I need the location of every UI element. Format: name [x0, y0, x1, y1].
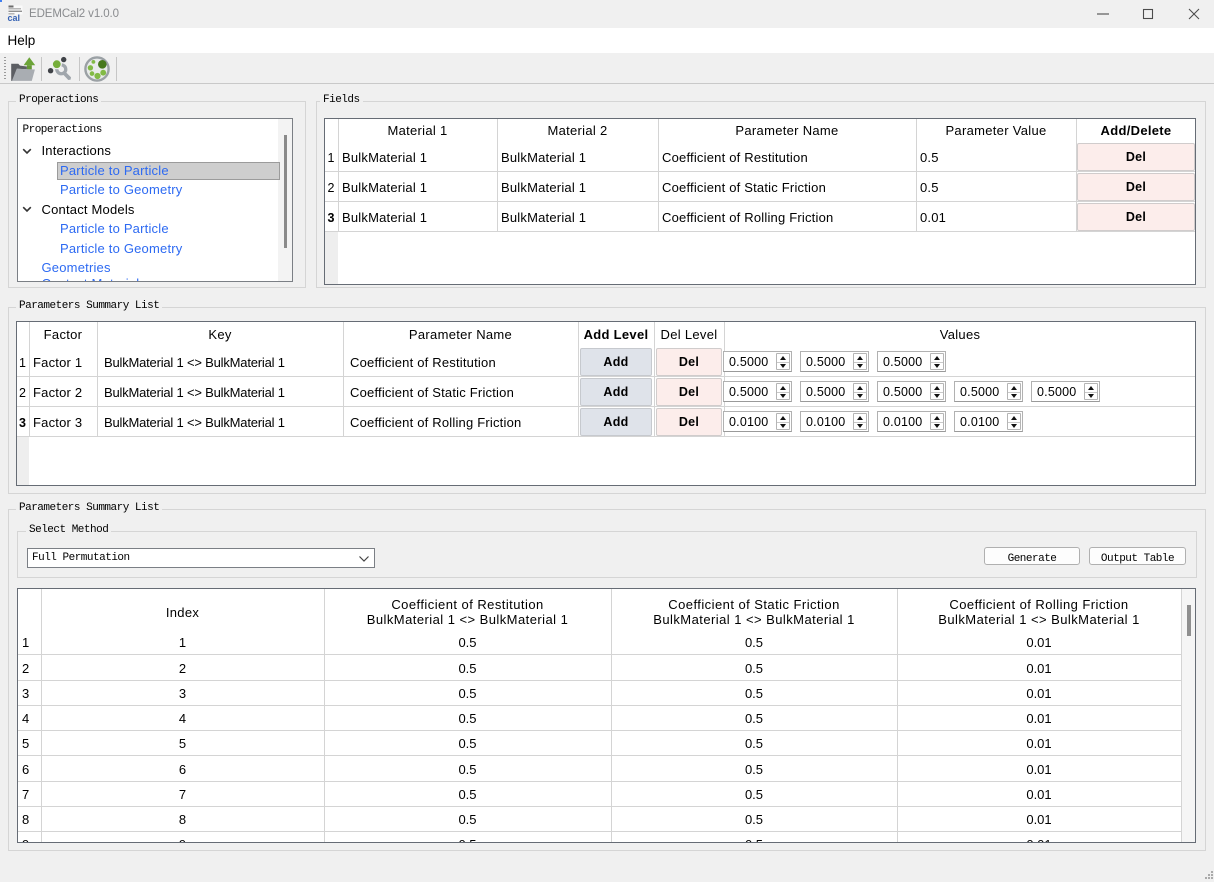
svg-text:cal: cal	[8, 13, 21, 22]
